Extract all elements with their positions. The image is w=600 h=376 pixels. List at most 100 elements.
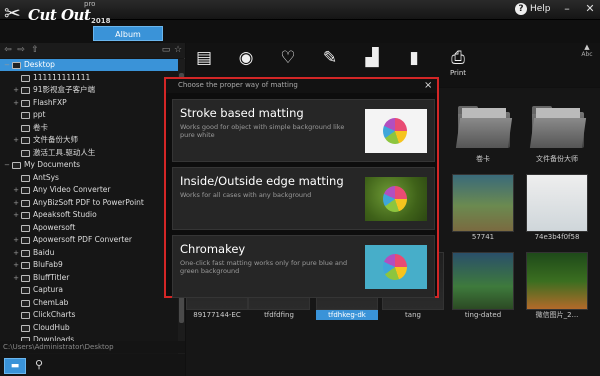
tree-item[interactable]: +91影视盒子客户端 <box>0 84 178 96</box>
thumbnail-caption: tfdhkeg-dk <box>316 310 378 320</box>
question-circle-icon: ? <box>515 3 527 15</box>
sort-arrow-icon: ▲ <box>584 43 590 51</box>
folder-icon <box>21 237 30 244</box>
tree-item[interactable]: ppt <box>0 109 178 121</box>
tree-item-label: Apeaksoft Studio <box>33 210 97 219</box>
tree-item-label: Apowersoft PDF Converter <box>33 235 132 244</box>
folder-thumbnail[interactable]: 文件备份大师 <box>526 96 588 164</box>
search-button[interactable]: ⚲ <box>30 358 48 374</box>
list-icon: ▤ <box>195 48 213 68</box>
expand-icon[interactable]: + <box>12 97 20 109</box>
expand-icon[interactable]: + <box>12 259 20 271</box>
tree-item[interactable]: − Desktop <box>0 59 178 71</box>
image-thumbnail[interactable]: 57741 <box>452 174 514 242</box>
folder-icon <box>12 62 21 69</box>
expand-icon[interactable]: + <box>12 197 20 209</box>
folder-icon <box>21 149 30 157</box>
image-thumbnail[interactable]: ting-dated <box>452 252 514 320</box>
close-window-button[interactable]: ✕ <box>584 3 596 15</box>
folder-icon <box>21 312 30 319</box>
image-thumbnail[interactable]: 微信图片_2... <box>526 252 588 320</box>
thumbnail-image <box>452 174 514 232</box>
tree-item[interactable]: − My Documents <box>0 159 178 171</box>
folder-icon <box>21 324 30 332</box>
thumbnail-image <box>526 252 588 310</box>
tree-item[interactable]: + Baidu <box>0 247 178 259</box>
folder-icon <box>21 249 30 257</box>
expand-icon[interactable]: + <box>12 84 20 96</box>
tree-item[interactable]: 卷卡 <box>0 122 178 134</box>
tree-item[interactable]: + BluFab9 <box>0 259 178 271</box>
tree-item-label: Any Video Converter <box>33 185 111 194</box>
close-icon[interactable]: × <box>424 80 432 91</box>
expand-icon[interactable]: + <box>12 272 20 284</box>
sort-label: Abc <box>581 51 593 58</box>
folder-icon <box>21 87 30 94</box>
folder-icon <box>21 299 30 307</box>
tree-item[interactable]: + AnyBizSoft PDF to PowerPoint <box>0 197 178 209</box>
tree-item[interactable]: + BluffTitler <box>0 272 178 284</box>
tree-item[interactable]: ChemLab <box>0 297 178 309</box>
help-button[interactable]: ? Help <box>515 2 551 16</box>
thumbnail-caption: 文件备份大师 <box>536 155 578 163</box>
folder-tree: − Desktop 111111111111 +91影视盒子客户端 + FlashFXP p… <box>0 59 178 356</box>
up-folder-icon[interactable]: ⇧ <box>30 45 40 55</box>
folder-icon <box>21 287 30 294</box>
tab-album[interactable]: Album <box>93 26 163 41</box>
tree-item[interactable]: + Any Video Converter <box>0 184 178 196</box>
open-folder-button[interactable]: ▬ <box>4 358 26 374</box>
dialog-header: Choose the proper way of matting × <box>166 79 437 93</box>
tree-item[interactable]: 111111111111 <box>0 72 178 84</box>
tree-item[interactable]: + 文件备份大师 <box>0 134 178 146</box>
thumbnail-caption: 57741 <box>471 233 495 241</box>
collapse-icon[interactable]: − <box>3 59 11 71</box>
dialog-title: Choose the proper way of matting <box>178 81 298 89</box>
tree-item-label: AntSys <box>33 172 59 182</box>
expand-icon[interactable]: + <box>12 234 20 246</box>
title-bar: ✂ Cut Out pro 2018 ? Help – ✕ <box>0 0 600 25</box>
new-folder-icon[interactable]: ▭ <box>161 45 171 55</box>
magic-wand-icon: ✎ <box>322 48 338 68</box>
image-thumbnail[interactable]: 74e3b4f0f58 <box>526 174 588 242</box>
collapse-icon[interactable]: − <box>3 159 11 171</box>
tree-item[interactable]: + FlashFXP <box>0 97 178 109</box>
folder-icon <box>12 162 21 169</box>
tree-item-label: ppt <box>33 110 46 119</box>
tree-item-label: 91影视盒子客户端 <box>33 85 96 94</box>
matting-option-chromakey[interactable]: Chromakey One-click fast matting works on… <box>172 235 435 298</box>
option-title: Chromakey <box>180 242 246 256</box>
matting-option-edge[interactable]: Inside/Outside edge matting Works for all… <box>172 167 435 230</box>
thumbnail-caption: 卷卡 <box>476 155 490 163</box>
sort-button[interactable]: ▲ Abc <box>576 43 598 71</box>
erase-icon: ▟ <box>365 48 379 68</box>
tree-item[interactable]: + Apeaksoft Studio <box>0 209 178 221</box>
expand-icon[interactable]: + <box>12 247 20 259</box>
tree-item-label: 111111111111 <box>33 72 91 82</box>
favorite-star-icon[interactable]: ☆ <box>173 45 183 55</box>
minimize-button[interactable]: – <box>561 3 573 15</box>
large-folder-icon <box>526 96 588 154</box>
colorful-ball-image <box>383 118 407 144</box>
folder-icon <box>21 137 30 144</box>
tree-item-label: ClickCharts <box>33 310 76 319</box>
expand-icon[interactable]: + <box>12 209 20 221</box>
expand-icon[interactable]: + <box>12 184 20 196</box>
forward-arrow-icon[interactable]: ⇨ <box>16 45 26 55</box>
expand-icon[interactable]: + <box>12 134 20 146</box>
folder-thumbnail[interactable]: 卷卡 <box>452 96 514 164</box>
option-description: One-click fast matting works only for pu… <box>180 259 348 275</box>
print-tool-button[interactable]: ⎙ Print <box>444 48 472 84</box>
tree-item[interactable]: AntSys <box>0 172 178 184</box>
tree-item[interactable]: Apowersoft <box>0 222 178 234</box>
folder-icon <box>21 124 30 132</box>
back-arrow-icon[interactable]: ⇦ <box>3 45 13 55</box>
tree-item[interactable]: + Apowersoft PDF Converter <box>0 234 178 246</box>
option-preview-image <box>365 245 427 289</box>
matting-option-stroke[interactable]: Stroke based matting Works good for objec… <box>172 99 435 162</box>
thumbnail-caption: tfdfdfing <box>264 311 294 319</box>
tree-item[interactable]: Captura <box>0 284 178 296</box>
tree-item[interactable]: ClickCharts <box>0 309 178 321</box>
tree-item[interactable]: 激活工具.驱动人生 <box>0 147 178 159</box>
tree-item[interactable]: CloudHub <box>0 322 178 334</box>
folder-icon <box>21 212 30 219</box>
